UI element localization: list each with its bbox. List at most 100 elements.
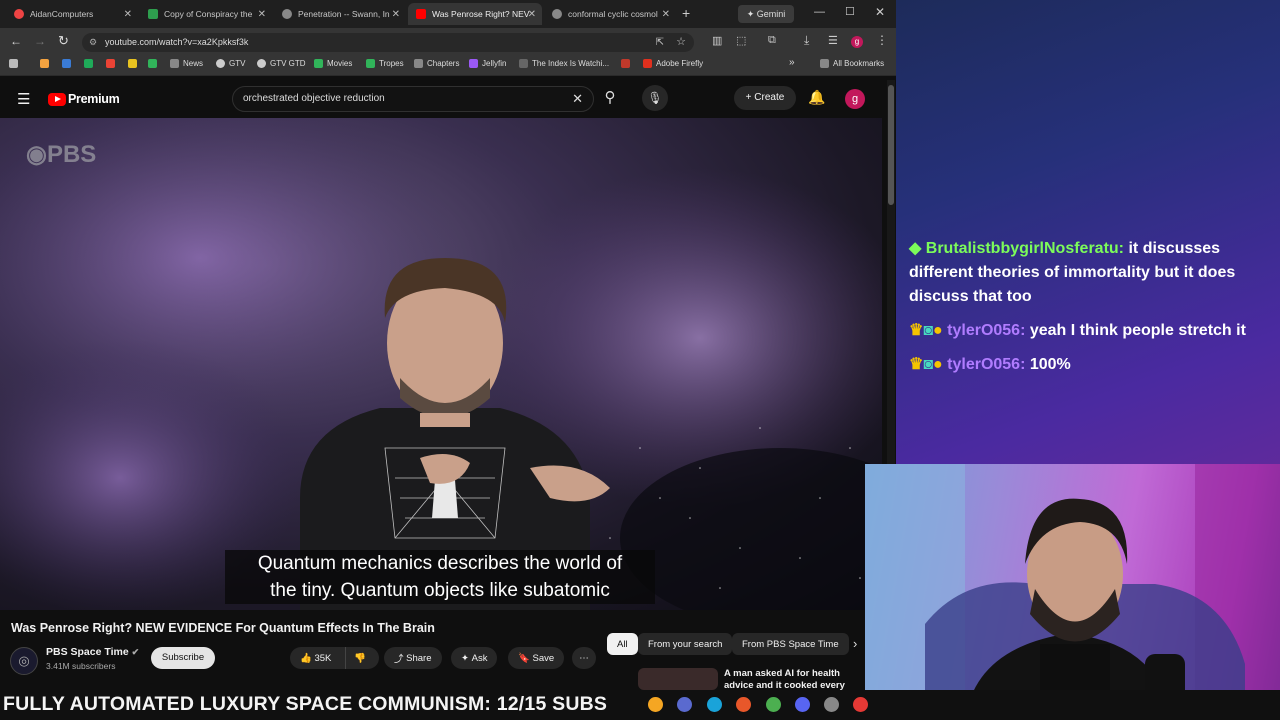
more-bookmarks-icon[interactable]: »	[789, 57, 795, 68]
bookmark-jellyfin[interactable]: Jellyfin	[469, 59, 506, 68]
tab-favicon-icon	[282, 9, 292, 19]
new-tab-icon[interactable]: +	[682, 5, 690, 21]
bookmark-star-icon[interactable]: ☆	[676, 33, 686, 52]
chip-from-search[interactable]: From your search	[638, 633, 733, 655]
install-app-icon[interactable]: ⇱	[656, 33, 664, 52]
youtube-tray-icon[interactable]	[853, 697, 868, 712]
youtube-logo[interactable]: Premium	[48, 92, 120, 106]
chat-message: ♛◙● tylerO056: yeah I think people stret…	[909, 319, 1249, 343]
close-tab-icon[interactable]: ✕	[392, 9, 400, 20]
tab-conspiracy[interactable]: Copy of Conspiracy the ✕	[140, 3, 272, 25]
close-window-icon[interactable]: ✕	[875, 5, 885, 19]
bookmark-tropes[interactable]: Tropes	[366, 59, 404, 68]
download-icon[interactable]: ⤓	[804, 33, 809, 48]
back-icon[interactable]: ←	[10, 34, 22, 48]
channel-name[interactable]: PBS Space Time ✔	[46, 646, 139, 658]
channel-avatar[interactable]: ◎	[10, 647, 38, 675]
search-input[interactable]: orchestrated objective reduction ✕	[232, 86, 594, 112]
chrome-icon[interactable]	[766, 697, 781, 712]
history-icon[interactable]: ☰	[828, 34, 838, 47]
gift-badge-icon: ●	[933, 322, 943, 339]
firefox-icon[interactable]	[736, 697, 751, 712]
bookmark-favicon-icon[interactable]	[621, 59, 634, 68]
tab-penrose-video[interactable]: Was Penrose Right? NEV ✕	[408, 3, 542, 25]
profile-avatar[interactable]: g	[851, 36, 863, 48]
save-label: Save	[532, 652, 555, 664]
menu-icon[interactable]: ⋮	[876, 33, 888, 47]
hamburger-menu-icon[interactable]: ☰	[17, 90, 30, 108]
minimize-icon[interactable]: —	[814, 6, 825, 18]
crown-badge-icon: ♛	[909, 356, 924, 373]
bookmark-favicon-icon[interactable]	[62, 59, 75, 68]
bookmark-chapters[interactable]: Chapters	[414, 59, 459, 68]
site-info-icon[interactable]: ⚙	[89, 33, 97, 52]
tab-aidan-computers[interactable]: AidanComputers ✕	[6, 3, 138, 25]
close-tab-icon[interactable]: ✕	[662, 9, 670, 20]
close-tab-icon[interactable]: ✕	[124, 9, 132, 20]
search-icon[interactable]: ⚲	[590, 85, 630, 111]
clear-search-icon[interactable]: ✕	[572, 87, 583, 111]
gmail-icon[interactable]	[106, 59, 119, 68]
tab-conformal[interactable]: conformal cyclic cosmol ✕	[544, 3, 676, 25]
extensions-icon[interactable]: ⬚	[736, 34, 746, 47]
ask-button[interactable]: ✦ Ask	[451, 647, 498, 669]
account-avatar[interactable]: g	[845, 89, 865, 109]
bookmark-adobe-firefly[interactable]: Adobe Firefly	[643, 59, 703, 68]
save-button[interactable]: 🔖 Save	[508, 647, 565, 669]
bookmark-gtv-gtd[interactable]: GTV GTD	[257, 59, 306, 68]
apps-grid-icon[interactable]	[9, 59, 22, 68]
chip-all[interactable]: All	[607, 633, 638, 655]
bookmark-movies[interactable]: Movies	[314, 59, 352, 68]
caption-line: the tiny. Quantum objects like subatomic	[270, 580, 610, 601]
like-button[interactable]: 👍 35K	[290, 647, 346, 669]
discord-icon[interactable]	[795, 697, 810, 712]
subscribe-button[interactable]: Subscribe	[151, 647, 215, 669]
like-count: 35K	[314, 652, 332, 664]
recommended-title[interactable]: A man asked AI for health advice and it …	[724, 668, 854, 690]
forward-icon[interactable]: →	[34, 34, 46, 48]
bookmark-news[interactable]: News	[170, 59, 203, 68]
sparkle-icon: ✦	[461, 652, 469, 664]
close-tab-icon[interactable]: ✕	[528, 9, 536, 20]
chip-from-channel[interactable]: From PBS Space Time	[732, 633, 849, 655]
edge-icon[interactable]	[707, 697, 722, 712]
gemini-button[interactable]: ✦ Gemini	[738, 5, 794, 23]
bookmark-index[interactable]: The Index Is Watchi...	[519, 59, 609, 68]
tab-search-icon[interactable]: ▥	[712, 34, 722, 47]
screenshot-icon[interactable]: ⧉	[768, 34, 776, 47]
notifications-bell-icon[interactable]: 🔔	[808, 89, 825, 106]
app-tray-icon[interactable]	[677, 697, 692, 712]
chat-text: 100%	[1029, 356, 1071, 373]
scrollbar-thumb[interactable]	[888, 85, 894, 205]
bookmark-label: GTV GTD	[270, 59, 306, 68]
bookmark-icon: 🔖	[518, 652, 530, 664]
tab-penetration[interactable]: Penetration -- Swann, In ✕	[274, 3, 406, 25]
create-button[interactable]: + Create	[734, 86, 796, 110]
microphone-icon[interactable]: 🎙	[642, 85, 668, 111]
vlc-icon[interactable]	[648, 697, 663, 712]
obs-icon[interactable]	[824, 697, 839, 712]
share-button[interactable]: ⤴ Share	[384, 647, 442, 669]
drive-icon[interactable]	[84, 59, 97, 68]
more-actions-icon[interactable]: ⋯	[572, 647, 596, 669]
folder-icon	[170, 59, 179, 68]
chevron-right-icon[interactable]: ›	[853, 636, 857, 651]
video-player[interactable]: ◉PBS	[0, 118, 882, 610]
bookmark-favicon-icon[interactable]	[148, 59, 161, 68]
maximize-icon[interactable]: ☐	[845, 5, 855, 18]
folder-icon	[820, 59, 829, 68]
address-bar[interactable]: ⚙ youtube.com/watch?v=xa2Kpkksf3k ⇱ ☆	[82, 33, 694, 52]
close-tab-icon[interactable]: ✕	[258, 9, 266, 20]
bookmark-favicon-icon[interactable]	[128, 59, 141, 68]
recommended-thumbnail[interactable]	[638, 668, 718, 690]
dislike-button[interactable]: 👎	[346, 653, 366, 664]
bookmark-label: The Index Is Watchi...	[532, 59, 610, 68]
bookmark-label: Jellyfin	[482, 59, 507, 68]
premium-label: Premium	[68, 92, 120, 106]
all-bookmarks[interactable]: All Bookmarks	[820, 59, 884, 68]
search-query: orchestrated objective reduction	[243, 93, 385, 104]
bookmark-gtv[interactable]: GTV	[216, 59, 245, 68]
bookmark-favicon-icon[interactable]	[40, 59, 53, 68]
reload-icon[interactable]: ↻	[58, 33, 69, 49]
bookmark-label: Adobe Firefly	[656, 59, 704, 68]
